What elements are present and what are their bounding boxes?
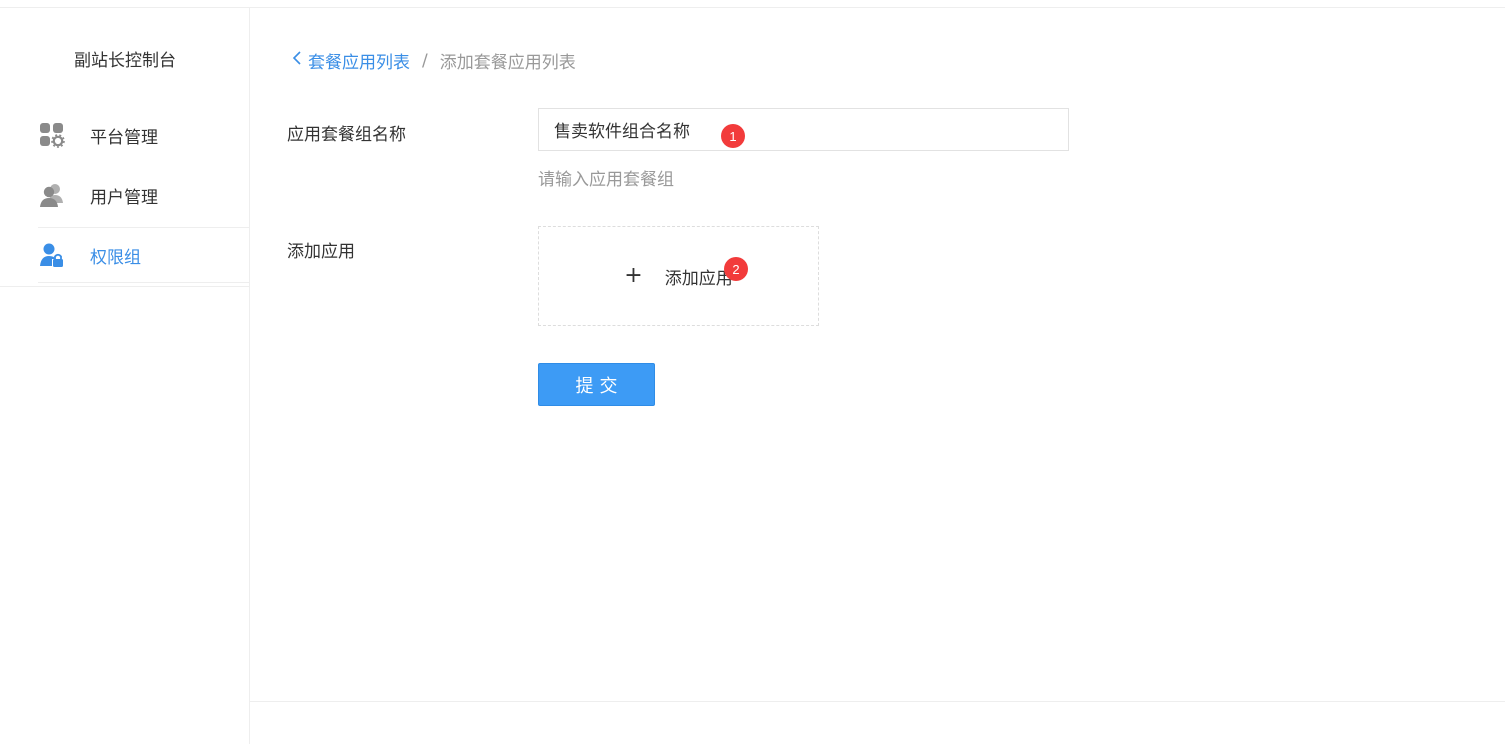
sidebar-item-user-management[interactable]: 用户管理 xyxy=(38,167,250,223)
breadcrumb: 套餐应用列表 / 添加套餐应用列表 xyxy=(292,48,576,73)
package-name-hint: 请输入应用套餐组 xyxy=(538,170,674,190)
breadcrumb-back-label: 套餐应用列表 xyxy=(308,53,410,73)
sidebar-item-platform-management[interactable]: 平台管理 xyxy=(38,107,250,163)
annotation-badge-1: 1 xyxy=(721,124,745,148)
top-border xyxy=(0,0,1505,8)
breadcrumb-separator: / xyxy=(422,50,428,71)
package-name-input[interactable] xyxy=(538,108,1069,151)
plus-icon: + xyxy=(624,263,643,288)
sidebar-divider xyxy=(0,286,250,287)
console-title: 副站长控制台 xyxy=(74,51,176,71)
footer-divider xyxy=(250,701,1505,702)
add-app-label: 添加应用 xyxy=(287,242,355,262)
package-name-label: 应用套餐组名称 xyxy=(287,125,406,145)
user-lock-icon xyxy=(38,241,66,269)
breadcrumb-back-link[interactable]: 套餐应用列表 xyxy=(292,48,410,73)
breadcrumb-current: 添加套餐应用列表 xyxy=(439,53,576,73)
submit-button[interactable]: 提交 xyxy=(538,363,655,406)
sidebar-item-permission-group[interactable]: 权限组 xyxy=(38,227,250,283)
users-icon xyxy=(38,181,66,209)
sidebar-item-label: 用户管理 xyxy=(90,187,158,208)
chevron-left-icon xyxy=(292,50,302,71)
apps-gear-icon xyxy=(38,121,66,149)
sidebar-item-label: 平台管理 xyxy=(90,127,158,148)
main-content: 套餐应用列表 / 添加套餐应用列表 应用套餐组名称 请输入应用套餐组 添加应用 … xyxy=(250,8,1505,744)
sidebar: 副站长控制台 平台管理 用户管理 权限组 xyxy=(0,8,250,744)
annotation-badge-2: 2 xyxy=(724,257,748,281)
add-app-button[interactable]: + 添加应用 xyxy=(538,226,819,326)
add-app-button-label: 添加应用 xyxy=(664,268,733,289)
sidebar-item-label: 权限组 xyxy=(90,247,141,268)
